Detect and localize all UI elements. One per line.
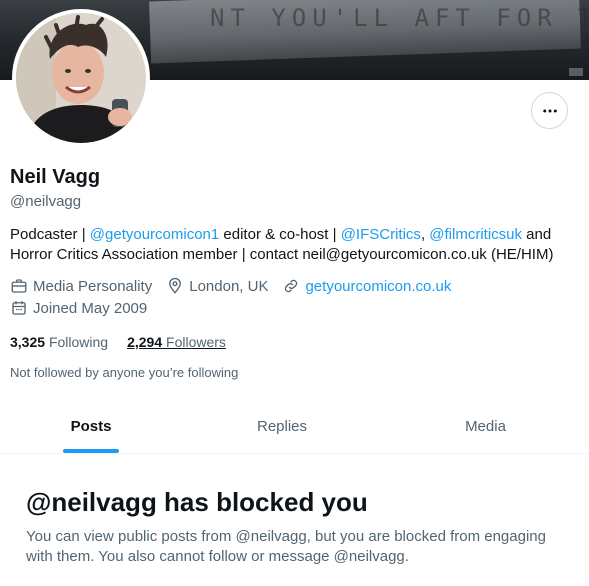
avatar[interactable]	[12, 9, 150, 147]
profile-tabs: Posts Replies Media	[0, 404, 589, 454]
profile-name: Neil Vagg	[10, 166, 101, 188]
calendar-icon	[12, 301, 26, 315]
profile-meta-row: Joined May 2009	[10, 299, 161, 317]
not-followed-note: Not followed by anyone you’re following	[10, 365, 239, 380]
bio-text: Podcaster |	[10, 226, 90, 243]
tab-posts[interactable]: Posts	[0, 404, 182, 453]
bio-mention-filmcriticsuk[interactable]: @filmcriticsuk	[429, 226, 522, 243]
link-icon	[285, 279, 298, 293]
followers-count: 2,294	[127, 334, 163, 350]
profile-meta-row: Media Personality London, UK getyourcomi…	[10, 277, 465, 295]
profile-category-label: Media Personality	[33, 277, 153, 295]
banner-scrawl-text: NT YOU'LL AFT FOR THE	[210, 4, 589, 32]
map-pin-icon	[169, 277, 182, 294]
profile-bio: Podcaster | @getyourcomicon1 editor & co…	[10, 225, 580, 265]
active-tab-indicator	[63, 449, 119, 453]
tab-label: Replies	[256, 418, 308, 435]
profile-stats: 3,325 Following 2,294 Followers	[10, 334, 245, 350]
profile-category: Media Personality	[10, 277, 152, 295]
blocked-title: @neilvagg has blocked you	[26, 487, 368, 517]
profile-joined-label: Joined May 2009	[33, 299, 148, 317]
tab-label: Posts	[70, 418, 112, 435]
bio-mention-ifscritics[interactable]: @IFSCritics	[341, 226, 421, 243]
following-count: 3,325	[10, 334, 46, 350]
following-label: Following	[48, 334, 109, 350]
following-link[interactable]: 3,325 Following	[10, 334, 108, 350]
bio-mention-getyourcomicon1[interactable]: @getyourcomicon1	[90, 226, 219, 243]
followers-link[interactable]: 2,294 Followers	[127, 334, 226, 350]
profile-website[interactable]: getyourcomicon.co.uk	[282, 277, 451, 295]
more-horizontal-icon	[542, 109, 557, 112]
blocked-description: You can view public posts from @neilvagg…	[26, 528, 546, 565]
profile-joined: Joined May 2009	[10, 299, 147, 317]
more-button[interactable]	[531, 92, 568, 129]
profile-website-link[interactable]: getyourcomicon.co.uk	[305, 278, 451, 295]
profile-handle: @neilvagg	[10, 193, 82, 210]
profile-location: London, UK	[166, 277, 268, 295]
avatar-photo	[16, 13, 146, 143]
followers-label: Followers	[166, 334, 226, 350]
briefcase-icon	[11, 279, 27, 293]
tab-label: Media	[465, 418, 506, 435]
bio-text: editor & co-host |	[219, 226, 341, 243]
profile-location-label: London, UK	[189, 277, 269, 295]
tab-media[interactable]: Media	[382, 404, 589, 453]
tab-replies[interactable]: Replies	[182, 404, 382, 453]
banner-watermark	[569, 68, 583, 76]
